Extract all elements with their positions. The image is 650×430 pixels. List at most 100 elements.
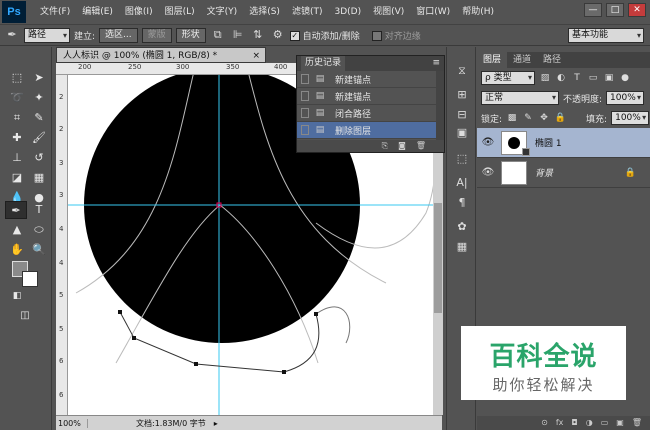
gradient-tool-icon[interactable]: ▦: [28, 169, 50, 187]
paragraph-panel-icon[interactable]: ¶: [453, 195, 471, 211]
eraser-tool-icon[interactable]: ◪: [6, 169, 28, 187]
lock-position-icon[interactable]: ✥: [538, 112, 550, 124]
history-panel-icon[interactable]: ⧖: [453, 63, 471, 79]
path-alignment-icon[interactable]: ⊫: [230, 27, 246, 43]
auto-add-delete-checkbox[interactable]: ✓: [289, 31, 300, 41]
group-icon[interactable]: ▭: [601, 416, 609, 430]
selection-button[interactable]: 选区...: [99, 27, 138, 43]
smart-object-filter-icon[interactable]: ▣: [603, 72, 615, 84]
lock-all-icon[interactable]: 🔒: [554, 112, 566, 124]
vertical-scrollbar-thumb[interactable]: [434, 203, 442, 313]
align-edges-checkbox[interactable]: [371, 31, 382, 41]
history-tab[interactable]: 历史记录: [301, 56, 346, 71]
layer-row[interactable]: 👁 椭圆 1: [477, 128, 650, 158]
tool-mode-select[interactable]: 路径: [24, 27, 70, 43]
tool-presets-icon[interactable]: ⬚: [453, 151, 471, 167]
status-arrow-icon[interactable]: ▸: [214, 419, 218, 428]
trash-icon[interactable]: 🗑: [416, 140, 426, 152]
adjustments-panel-icon[interactable]: ⊟: [453, 107, 471, 123]
menu-edit[interactable]: 编辑(E): [76, 0, 119, 24]
menu-3d[interactable]: 3D(D): [328, 0, 367, 24]
healing-brush-tool-icon[interactable]: ✚: [6, 129, 28, 147]
path-operations-icon[interactable]: ⧉: [210, 27, 226, 43]
menu-help[interactable]: 帮助(H): [456, 0, 500, 24]
close-tab-icon[interactable]: ×: [252, 48, 260, 64]
default-colors-icon[interactable]: ◧: [6, 287, 28, 305]
crop-tool-icon[interactable]: ⌗: [6, 109, 28, 127]
eyedropper-tool-icon[interactable]: ✎: [28, 109, 50, 127]
menu-window[interactable]: 窗口(W): [410, 0, 456, 24]
menu-layer[interactable]: 图层(L): [159, 0, 201, 24]
adjustment-filter-icon[interactable]: ◐: [555, 72, 567, 84]
swatches-panel-icon[interactable]: ✿: [453, 219, 471, 235]
fx-icon[interactable]: fx: [556, 416, 564, 430]
layer-row[interactable]: 👁 背景 🔒: [477, 158, 650, 188]
history-brush-tool-icon[interactable]: ↺: [28, 149, 50, 167]
menu-filter[interactable]: 滤镜(T): [286, 0, 329, 24]
character-panel-icon[interactable]: A|: [453, 175, 471, 191]
type-filter-icon[interactable]: T: [571, 72, 583, 84]
mask-button[interactable]: 蒙版: [141, 27, 172, 43]
menu-image[interactable]: 图像(I): [119, 0, 159, 24]
gear-icon[interactable]: ⚙: [270, 27, 286, 43]
brush-tool-icon[interactable]: 🖌: [28, 129, 50, 147]
tab-layers[interactable]: 图层: [477, 52, 508, 68]
history-item[interactable]: ▤ 新建锚点: [297, 71, 444, 88]
visibility-eye-icon[interactable]: 👁: [481, 167, 495, 178]
filter-toggle-icon[interactable]: ●: [619, 72, 631, 84]
quick-mask-icon[interactable]: ◫: [14, 307, 36, 325]
document-tab[interactable]: 人人标识 @ 100% (椭圆 1, RGB/8) * ×: [56, 47, 266, 63]
pen-tool-icon[interactable]: ✒: [5, 201, 27, 219]
maximize-button[interactable]: □: [606, 3, 624, 17]
trash-icon[interactable]: 🗑: [632, 416, 642, 430]
menu-type[interactable]: 文字(Y): [201, 0, 244, 24]
history-source-box[interactable]: [301, 125, 309, 135]
clone-stamp-tool-icon[interactable]: ⊥: [6, 149, 28, 167]
path-selection-tool-icon[interactable]: ▲: [6, 221, 28, 239]
path-arrangement-icon[interactable]: ⇅: [250, 27, 266, 43]
history-item-selected[interactable]: ▤ 删除图层: [297, 122, 444, 139]
align-edges-option[interactable]: 对齐边缘: [371, 29, 421, 42]
panel-menu-icon[interactable]: ≡: [432, 56, 440, 71]
opacity-input[interactable]: 100%: [606, 91, 645, 105]
minimize-button[interactable]: —: [584, 3, 602, 17]
properties-panel-icon[interactable]: ⊞: [453, 87, 471, 103]
workspace-select[interactable]: 基本功能: [568, 27, 644, 43]
background-color-swatch[interactable]: [22, 271, 38, 287]
type-tool-icon[interactable]: T: [28, 201, 50, 219]
menu-view[interactable]: 视图(V): [367, 0, 410, 24]
link-icon[interactable]: ⊙: [541, 416, 548, 430]
tab-channels[interactable]: 通道: [507, 52, 537, 68]
zoom-tool-icon[interactable]: 🔍: [28, 241, 50, 259]
tab-paths[interactable]: 路径: [537, 52, 567, 68]
zoom-level[interactable]: 100%: [58, 418, 88, 428]
history-source-box[interactable]: [301, 108, 309, 118]
lock-image-icon[interactable]: ✎: [522, 112, 534, 124]
close-button[interactable]: ✕: [628, 3, 646, 17]
menu-select[interactable]: 选择(S): [243, 0, 286, 24]
new-document-from-state-icon[interactable]: ⎘: [382, 140, 388, 152]
lock-transparent-icon[interactable]: ▩: [506, 112, 518, 124]
layer-filter-select[interactable]: ρ 类型: [481, 71, 535, 85]
shape-filter-icon[interactable]: ▭: [587, 72, 599, 84]
mask-icon[interactable]: ◘: [571, 416, 577, 430]
pen-tool-preset-icon[interactable]: ✒: [4, 27, 20, 43]
auto-add-delete-option[interactable]: ✓ 自动添加/删除: [289, 29, 360, 42]
hand-tool-icon[interactable]: ✋: [6, 241, 28, 259]
camera-icon[interactable]: ◙: [398, 140, 406, 152]
layer-name[interactable]: 椭圆 1: [535, 136, 562, 149]
adjustment-icon[interactable]: ◑: [586, 416, 593, 430]
visibility-eye-icon[interactable]: 👁: [481, 137, 495, 148]
fill-input[interactable]: 100%: [611, 111, 650, 125]
history-source-box[interactable]: [301, 91, 309, 101]
history-scrollbar[interactable]: [436, 71, 444, 142]
new-layer-icon[interactable]: ▣: [616, 416, 624, 430]
shape-button[interactable]: 形状: [175, 27, 206, 43]
ellipse-tool-icon[interactable]: ⬭: [28, 221, 50, 239]
lasso-tool-icon[interactable]: ➰: [6, 89, 28, 107]
styles-panel-icon[interactable]: ▣: [453, 125, 471, 141]
blend-mode-select[interactable]: 正常: [481, 91, 559, 105]
layer-name[interactable]: 背景: [535, 166, 553, 179]
magic-wand-tool-icon[interactable]: ✦: [28, 89, 50, 107]
menu-file[interactable]: 文件(F): [34, 0, 76, 24]
